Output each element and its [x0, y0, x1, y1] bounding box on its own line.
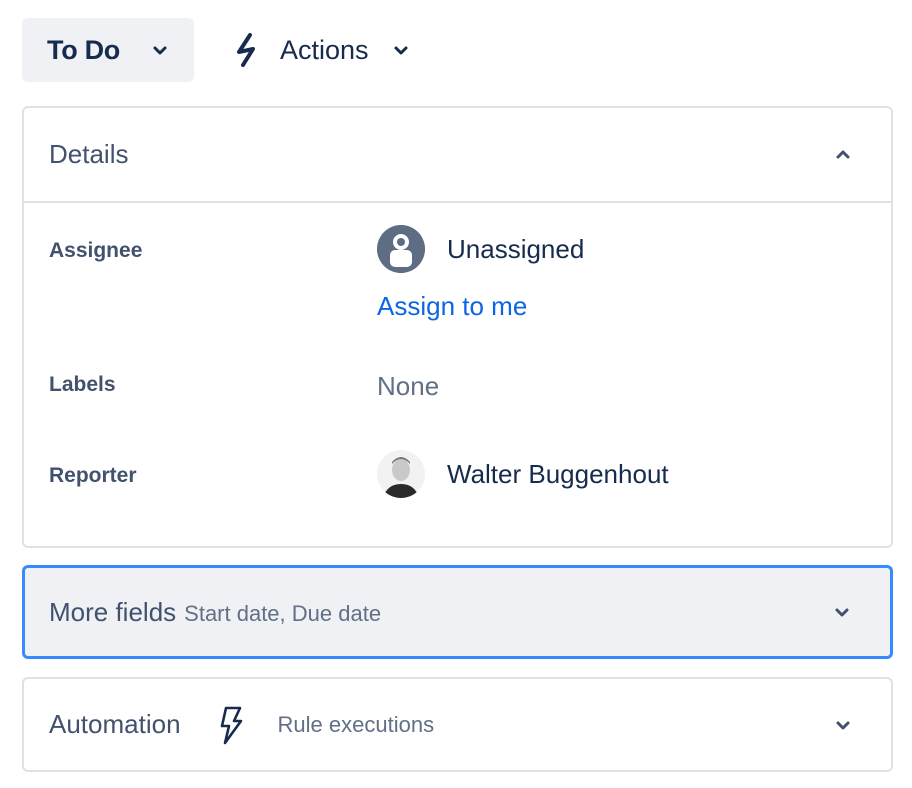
more-fields-title: More fields	[49, 596, 177, 627]
details-title: Details	[49, 139, 129, 169]
details-panel: Details Assignee Unassigned Assign to me…	[22, 106, 893, 548]
automation-subtitle: Rule executions	[277, 711, 435, 737]
more-fields-toggle[interactable]: More fields Start date, Due date	[22, 565, 893, 659]
reporter-label: Reporter	[49, 464, 137, 487]
status-dropdown-button[interactable]: To Do	[22, 18, 194, 82]
details-header-toggle[interactable]: Details	[24, 108, 891, 203]
assign-to-me-link[interactable]: Assign to me	[377, 291, 584, 322]
labels-label: Labels	[49, 373, 116, 396]
actions-label: Actions	[280, 34, 369, 65]
reporter-row: Reporter Walter Buggenhout	[49, 450, 891, 498]
lightning-icon	[220, 706, 242, 744]
assignee-label: Assignee	[49, 239, 143, 262]
reporter-name: Walter Buggenhout	[447, 458, 669, 489]
issue-toolbar: To Do Actions	[22, 18, 413, 82]
actions-dropdown-button[interactable]: Actions	[234, 18, 413, 82]
chevron-up-icon[interactable]	[831, 143, 855, 167]
labels-value[interactable]: None	[377, 371, 439, 402]
assignee-name: Unassigned	[447, 233, 585, 264]
assignee-row: Assignee Unassigned Assign to me	[49, 225, 891, 322]
chevron-down-icon	[835, 608, 849, 617]
reporter-value[interactable]: Walter Buggenhout	[377, 450, 669, 498]
reporter-avatar	[377, 450, 425, 498]
lightning-icon	[237, 33, 255, 67]
automation-title: Automation	[49, 709, 181, 739]
default-avatar-icon	[377, 225, 425, 273]
chevron-down-icon	[836, 721, 850, 729]
automation-toggle[interactable]: Automation Rule executions	[22, 677, 893, 772]
chevron-down-icon	[394, 46, 408, 55]
labels-row: Labels None	[49, 371, 891, 402]
chevron-down-icon	[153, 46, 167, 55]
more-fields-subtitle: Start date, Due date	[184, 600, 382, 626]
status-label: To Do	[47, 34, 120, 65]
assignee-value[interactable]: Unassigned	[377, 225, 584, 273]
